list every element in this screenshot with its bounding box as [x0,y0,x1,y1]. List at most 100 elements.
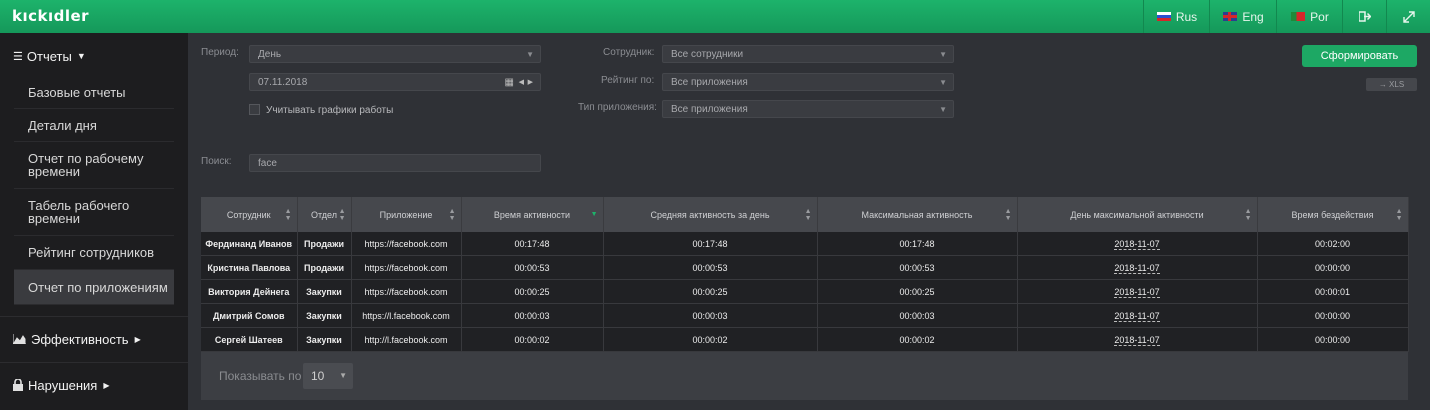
date-picker[interactable]: 07.11.2018 ▦ ◀ ▶ [249,73,541,91]
cell-avg-activity: 00:00:25 [603,279,818,304]
col-header-label: Время бездействия [1291,209,1374,220]
cell-application: https://facebook.com [351,255,462,280]
table-header-row: Сотрудник ▲ ▼ Отдел ▲ ▼ Приложение ▲ ▼ Время а… [201,197,1409,232]
cell-department: Закупки [297,303,352,328]
sidebar-section-reports[interactable]: ☰ Отчеты ▼ [0,33,188,79]
area-chart-icon [13,334,26,344]
period-label: Период: [201,47,239,58]
sidebar-item-timesheet[interactable]: Табель рабочего времени [14,189,174,236]
cell-department: Закупки [297,279,352,304]
max-day-link[interactable]: 2018-11-07 [1114,286,1160,298]
page-size-label: Показывать по [219,369,302,383]
table-row: Сергей Шатеев Закупки http://l.facebook.… [201,327,1409,352]
expand-icon [1403,10,1415,23]
sidebar-item-label: Табель рабочего времени [28,198,130,226]
cell-idle-time: 00:00:00 [1257,327,1409,352]
apptype-label: Тип приложения: [578,102,657,113]
rating-value: Все приложения [671,77,748,88]
next-date-icon[interactable]: ▶ [528,74,533,92]
col-header-label: Сотрудник [226,209,271,220]
violations-label: Нарушения [28,377,98,393]
sidebar-item-label: Рейтинг сотрудников [28,245,155,260]
cell-application: https://facebook.com [351,279,462,304]
lock-icon [13,379,23,391]
sidebar-item-label: Детали дня [28,117,97,133]
reports-label: Отчеты [26,48,72,64]
period-select[interactable]: День ▼ [249,45,541,63]
export-xls-button[interactable]: → XLS [1366,78,1417,91]
sidebar-item-day-details[interactable]: Детали дня [14,109,174,142]
sort-icon: ▲ ▼ [338,208,346,222]
sidebar-item-worktime-report[interactable]: Отчет по рабочему времени [14,142,174,189]
col-header-label: Средняя активность за день [650,209,770,220]
employee-select[interactable]: Все сотрудники ▼ [662,45,954,63]
chevron-down-icon: ▼ [939,50,947,59]
apptype-select[interactable]: Все приложения ▼ [662,100,954,118]
col-header-avg-activity[interactable]: Средняя активность за день ▲ ▼ [603,197,818,232]
sidebar-item-label: Базовые отчеты [28,84,126,100]
cell-max-day: 2018-11-07 [1017,255,1258,280]
max-day-link[interactable]: 2018-11-07 [1114,310,1160,322]
app-logo[interactable]: kıckıdler [12,7,89,25]
rating-select[interactable]: Все приложения ▼ [662,73,954,91]
cell-employee: Сергей Шатеев [201,327,298,352]
fullscreen-button[interactable] [1386,0,1430,33]
apptype-value: Все приложения [671,104,748,115]
col-header-department[interactable]: Отдел ▲ ▼ [297,197,352,232]
employee-label: Сотрудник: [603,47,655,58]
sort-icon: ▲ ▼ [1004,208,1012,222]
sidebar-section-violations[interactable]: Нарушения ▶ [0,362,188,408]
sidebar: ☰ Отчеты ▼ Базовые отчеты Детали дня Отч… [0,33,188,410]
lang-pt-label: Por [1310,9,1329,24]
table-row: Дмитрий Сомов Закупки https://l.facebook… [201,303,1409,328]
cell-avg-activity: 00:17:48 [603,232,818,256]
table-footer: Показывать по 10 ▼ [201,352,1408,400]
generate-report-button[interactable]: Сформировать [1302,45,1417,67]
cell-max-day: 2018-11-07 [1017,279,1258,304]
col-header-application[interactable]: Приложение ▲ ▼ [351,197,462,232]
search-input[interactable]: face [249,154,541,172]
col-header-label: Время активности [493,209,571,220]
max-day-link[interactable]: 2018-11-07 [1114,334,1160,346]
efficiency-label: Эффективность [31,331,129,347]
sort-icon: ▲ ▼ [284,208,292,222]
cell-active-time: 00:00:25 [461,279,604,304]
sidebar-item-app-report[interactable]: Отчет по приложениям [14,270,174,305]
cell-department: Продажи [297,255,352,280]
employee-value: Все сотрудники [671,49,744,60]
caret-right-icon: ▶ [103,380,110,390]
schedule-checkbox[interactable] [249,104,260,115]
cell-avg-activity: 00:00:53 [603,255,818,280]
cell-employee: Фердинанд Иванов [201,232,298,256]
col-header-employee[interactable]: Сотрудник ▲ ▼ [201,197,298,232]
lang-en-button[interactable]: Eng [1209,0,1277,33]
logout-button[interactable] [1342,0,1387,33]
calendar-icon[interactable]: ▦ [505,74,514,92]
col-header-idle-time[interactable]: Время бездействия ▲ ▼ [1257,197,1409,232]
sidebar-section-efficiency[interactable]: Эффективность ▶ [0,316,188,362]
lang-ru-button[interactable]: Rus [1143,0,1210,33]
cell-max-activity: 00:00:02 [817,327,1018,352]
cell-active-time: 00:00:03 [461,303,604,328]
cell-active-time: 00:17:48 [461,232,604,256]
top-bar: kıckıdler Rus Eng Por [0,0,1430,33]
col-header-active-time[interactable]: Время активности ▼ [461,197,604,232]
list-icon: ☰ [13,50,23,63]
max-day-link[interactable]: 2018-11-07 [1114,262,1160,274]
cell-max-activity: 00:00:25 [817,279,1018,304]
col-header-max-day[interactable]: День максимальной активности ▲ ▼ [1017,197,1258,232]
page-size-value: 10 [311,369,325,383]
lang-pt-button[interactable]: Por [1276,0,1343,33]
chevron-down-icon: ▼ [339,371,347,380]
sort-desc-icon: ▼ [590,211,598,218]
chevron-down-icon: ▼ [939,105,947,114]
logout-icon [1359,11,1371,22]
sidebar-item-employee-rating[interactable]: Рейтинг сотрудников [14,236,174,270]
col-header-max-activity[interactable]: Максимальная активность ▲ ▼ [817,197,1018,232]
max-day-link[interactable]: 2018-11-07 [1114,238,1160,250]
sidebar-item-basic-reports[interactable]: Базовые отчеты [14,76,174,109]
search-value: face [258,158,277,169]
prev-date-icon[interactable]: ◀ [519,74,524,92]
page-size-select[interactable]: 10 ▼ [303,363,353,389]
cell-active-time: 00:00:53 [461,255,604,280]
